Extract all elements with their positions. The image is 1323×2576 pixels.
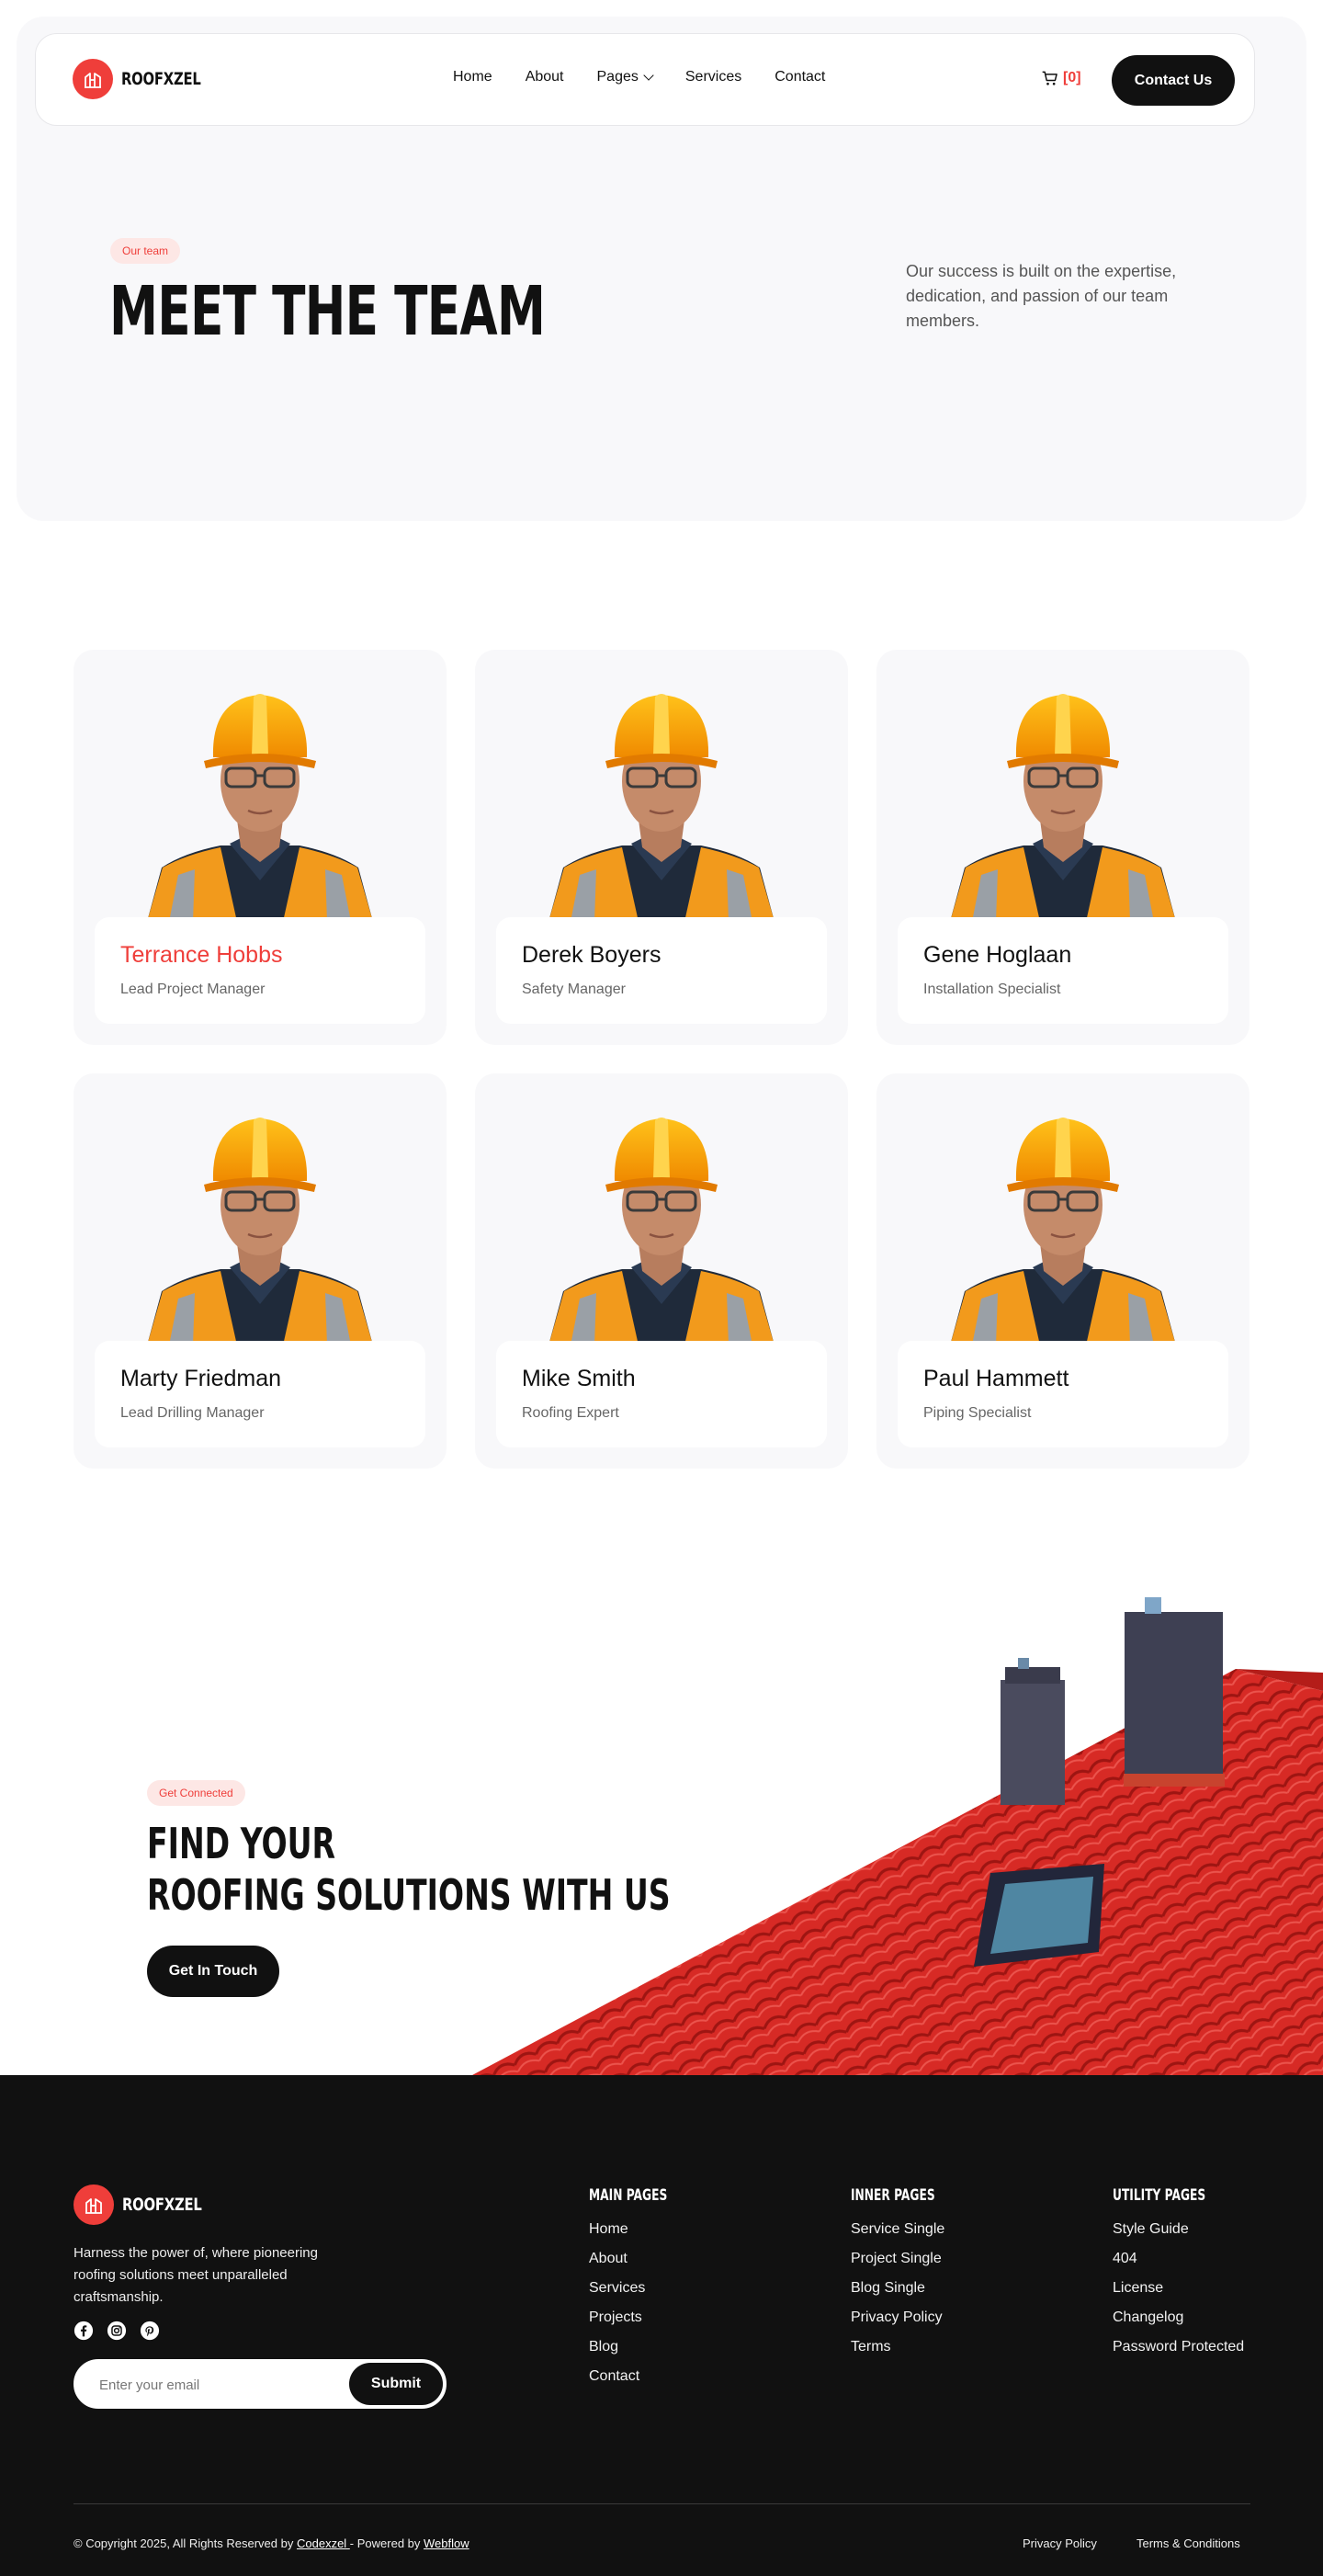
nav-services[interactable]: Services [685,69,741,85]
footer-link[interactable]: License [1113,2280,1244,2309]
nav-home[interactable]: Home [453,69,492,85]
footer-link[interactable]: Services [589,2280,697,2309]
member-role: Installation Specialist [923,982,1061,997]
footer-logo[interactable]: ROOFXZEL [74,2184,224,2225]
team-card-info: Derek Boyers Safety Manager [496,917,827,1024]
cart-count: [0] [1063,70,1081,85]
footer-link[interactable]: Terms [851,2339,967,2368]
hero-tag: Our team [110,238,181,264]
team-card[interactable]: Terrance Hobbs Lead Project Manager [74,650,447,1045]
member-name[interactable]: Derek Boyers [522,942,801,969]
team-card-info: Terrance Hobbs Lead Project Manager [95,917,425,1024]
team-card-info: Gene Hoglaan Installation Specialist [898,917,1228,1024]
footer-link[interactable]: Projects [589,2309,697,2339]
worker-portrait-image [145,692,375,922]
logo-text: ROOFXZEL [121,69,201,89]
email-input[interactable] [99,2374,329,2396]
cart-icon [1042,71,1057,85]
pinterest-icon[interactable] [140,2321,160,2341]
submit-button[interactable]: Submit [349,2363,443,2405]
nav-links: Home About Pages Services Contact [453,69,825,85]
team-card[interactable]: Gene Hoglaan Installation Specialist [876,650,1250,1045]
nav-about[interactable]: About [526,69,564,85]
copyright-prefix: © Copyright 2025, All Rights Reserved by [74,2536,297,2550]
footer-link[interactable]: Project Single [851,2251,967,2280]
member-name[interactable]: Gene Hoglaan [923,942,1203,969]
member-name[interactable]: Terrance Hobbs [120,942,400,969]
team-card-info: Marty Friedman Lead Drilling Manager [95,1341,425,1447]
footer: ROOFXZEL Harness the power of, where pio… [0,2075,1323,2576]
copyright: © Copyright 2025, All Rights Reserved by… [74,2536,469,2550]
page-title: MEET THE TEAM [109,272,546,351]
footer-link[interactable]: Home [589,2221,697,2251]
terms-link[interactable]: Terms & Conditions [1136,2536,1240,2550]
facebook-icon[interactable] [74,2321,94,2341]
logo-mark-icon [74,2184,114,2225]
member-role: Roofing Expert [522,1405,619,1421]
worker-portrait-image [948,1116,1178,1345]
footer-column-main-pages: MAIN PAGES Home About Services Projects … [589,2186,697,2398]
instagram-icon[interactable] [107,2321,127,2341]
cta-title: FIND YOUR ROOFING SOLUTIONS WITH US [147,1818,671,1921]
logo-mark-icon [73,59,113,99]
hero-description: Our success is built on the expertise, d… [906,262,1177,330]
footer-column-inner-pages: INNER PAGES Service Single Project Singl… [851,2186,967,2368]
worker-portrait-image [547,692,776,922]
member-name[interactable]: Marty Friedman [120,1366,400,1392]
footer-logo-text: ROOFXZEL [122,2195,202,2215]
footer-description: Harness the power of, where pioneering r… [74,2245,318,2305]
newsletter-form: Submit [74,2359,447,2409]
cta-title-line1: FIND YOUR [147,1819,336,1868]
cart-button[interactable]: [0] [1041,69,1081,87]
social-links [74,2321,160,2341]
member-role: Piping Specialist [923,1405,1032,1421]
member-role: Lead Project Manager [120,982,266,997]
footer-link[interactable]: 404 [1113,2251,1244,2280]
team-card[interactable]: Mike Smith Roofing Expert [475,1073,848,1469]
get-in-touch-button[interactable]: Get In Touch [147,1946,279,1997]
footer-link[interactable]: Style Guide [1113,2221,1244,2251]
worker-portrait-image [547,1116,776,1345]
footer-column-title: UTILITY PAGES [1113,2186,1206,2205]
footer-link[interactable]: Password Protected [1113,2339,1244,2368]
team-card[interactable]: Derek Boyers Safety Manager [475,650,848,1045]
team-card-info: Paul Hammett Piping Specialist [898,1341,1228,1447]
privacy-policy-link[interactable]: Privacy Policy [1023,2536,1097,2550]
navbar: ROOFXZEL Home About Pages Services Conta… [35,33,1255,126]
member-name[interactable]: Mike Smith [522,1366,801,1392]
footer-column-utility-pages: UTILITY PAGES Style Guide 404 License Ch… [1113,2186,1244,2368]
member-name[interactable]: Paul Hammett [923,1366,1203,1392]
codexzel-link[interactable]: Codexzel [297,2536,350,2550]
nav-contact[interactable]: Contact [775,69,825,85]
footer-link[interactable]: Blog [589,2339,697,2368]
footer-link[interactable]: Contact [589,2368,697,2398]
worker-portrait-image [145,1116,375,1345]
footer-link[interactable]: Privacy Policy [851,2309,967,2339]
footer-column-title: INNER PAGES [851,2186,935,2205]
member-role: Safety Manager [522,982,626,997]
logo[interactable]: ROOFXZEL [73,59,223,99]
footer-link[interactable]: About [589,2251,697,2280]
footer-divider [74,2503,1250,2504]
team-grid: Terrance Hobbs Lead Project Manager Dere… [74,650,1250,1469]
copyright-mid: - Powered by [349,2536,424,2550]
cta-tag: Get Connected [147,1780,245,1806]
footer-link[interactable]: Blog Single [851,2280,967,2309]
nav-pages-dropdown[interactable]: Pages [596,69,654,85]
worker-portrait-image [948,692,1178,922]
team-card[interactable]: Paul Hammett Piping Specialist [876,1073,1250,1469]
footer-column-title: MAIN PAGES [589,2186,668,2205]
team-card[interactable]: Marty Friedman Lead Drilling Manager [74,1073,447,1469]
footer-link[interactable]: Service Single [851,2221,967,2251]
member-role: Lead Drilling Manager [120,1405,265,1421]
chevron-down-icon [643,70,654,81]
cta-title-line2: ROOFING SOLUTIONS WITH US [147,1870,671,1920]
nav-pages-label: Pages [596,69,639,85]
footer-link[interactable]: Changelog [1113,2309,1244,2339]
team-card-info: Mike Smith Roofing Expert [496,1341,827,1447]
contact-us-button[interactable]: Contact Us [1112,55,1235,106]
cta-section: Get Connected FIND YOUR ROOFING SOLUTIONS… [0,1581,1323,2075]
webflow-link[interactable]: Webflow [424,2536,469,2550]
